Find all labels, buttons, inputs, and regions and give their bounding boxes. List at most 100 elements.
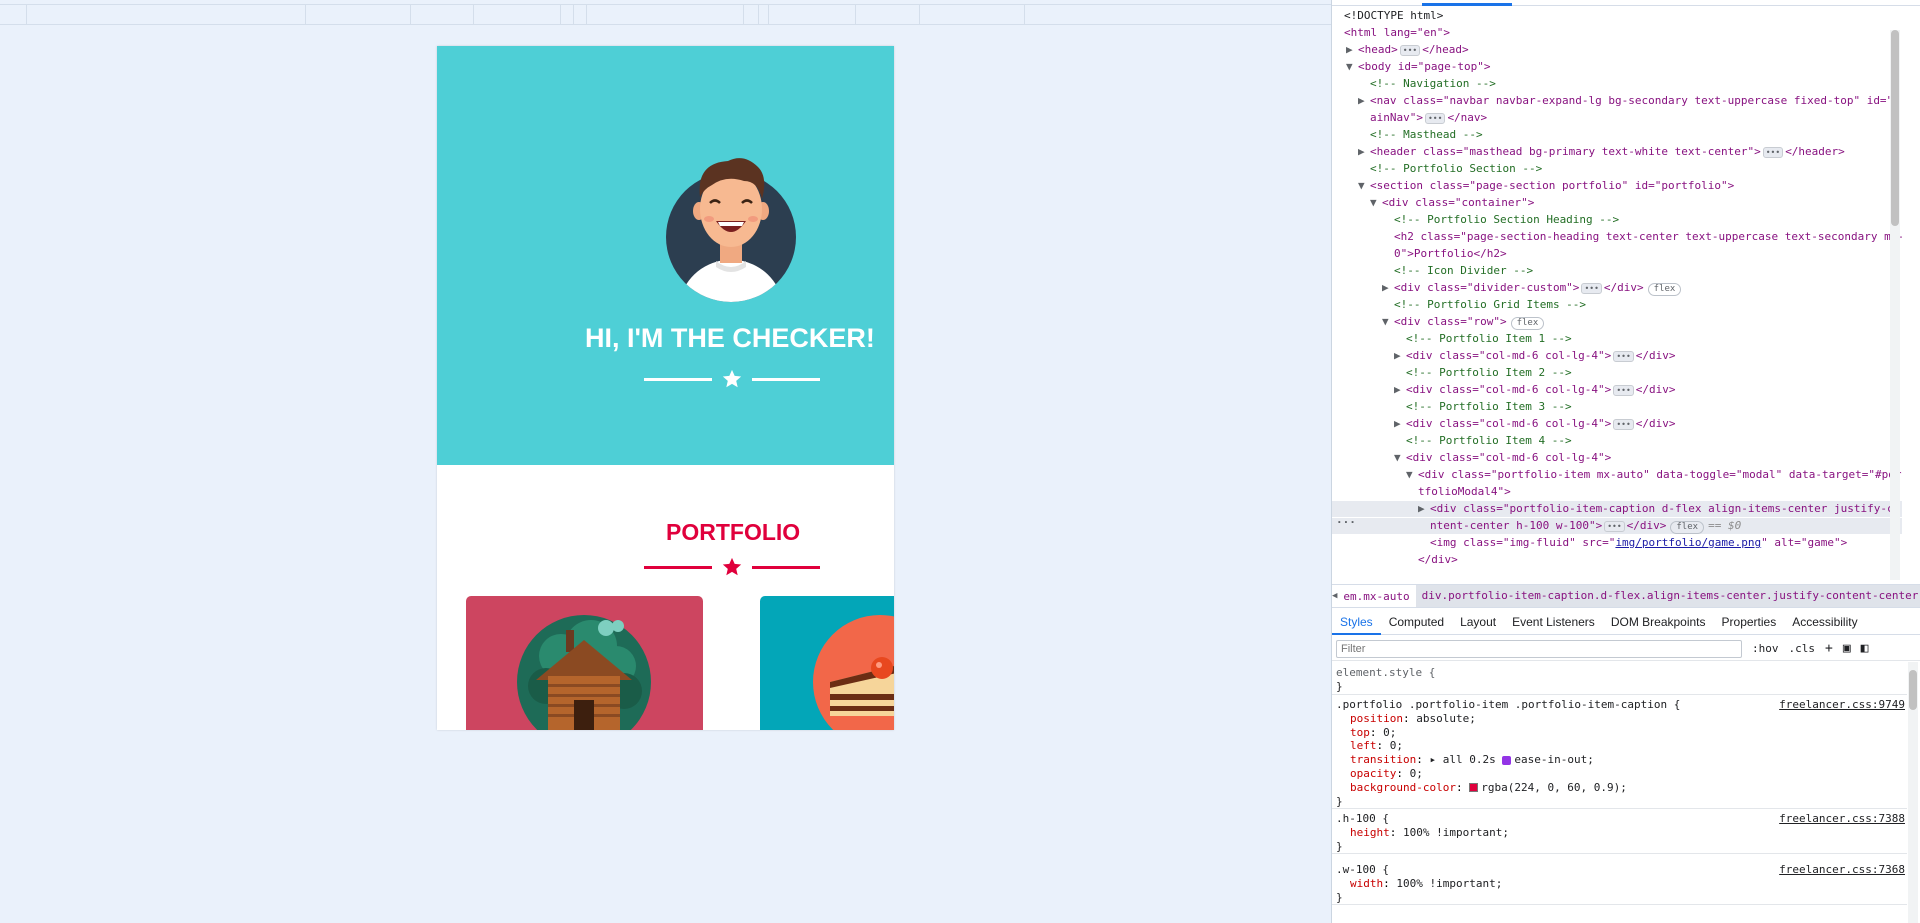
breadcrumb-item-active[interactable]: div.portfolio-item-caption.d-flex.align-… [1415,585,1920,607]
flex-badge[interactable]: flex [1670,521,1705,534]
ellipsis-icon[interactable]: ••• [1604,521,1625,532]
plus-icon[interactable]: + [1825,641,1833,656]
dom-node[interactable]: <img class="img-fluid" src="img/portfoli… [1332,535,1847,551]
dom-comment[interactable]: <!-- Masthead --> [1332,127,1483,143]
source-link[interactable]: freelancer.css:9749 [1779,698,1905,712]
cls-button[interactable]: .cls [1789,642,1816,655]
css-property[interactable]: left: 0; [1332,739,1907,753]
collapse-arrow-icon[interactable]: ▼ [1358,178,1370,194]
collapse-arrow-icon[interactable]: ▼ [1394,450,1406,466]
ellipsis-icon[interactable]: ••• [1613,385,1634,396]
dom-node[interactable]: ▼ <section class="page-section portfolio"… [1332,178,1734,194]
ellipsis-icon[interactable]: ••• [1424,113,1446,124]
expand-arrow-icon[interactable]: ▶ [1346,42,1358,58]
dom-node[interactable]: ▼ <div class="col-md-6 col-lg-4"> [1332,450,1611,466]
element-style-rule[interactable]: element.style { } [1332,666,1907,695]
collapse-arrow-icon[interactable]: ▼ [1370,195,1382,211]
expand-arrow-icon[interactable]: ▶ [1418,501,1430,517]
dom-node[interactable]: ▶ <div class="divider-custom"> ••• </div> fl… [1332,280,1682,296]
collapse-arrow-icon[interactable]: ▼ [1406,467,1418,483]
color-swatch-icon[interactable] [1469,783,1479,793]
tab-styles[interactable]: Styles [1332,609,1381,635]
css-property[interactable]: background-color: rgba(224, 0, 60, 0.9); [1332,781,1907,795]
dom-node[interactable]: ▼ <div class="container"> [1332,195,1534,211]
ellipsis-icon[interactable]: ••• [1399,45,1421,56]
css-property[interactable]: opacity: 0; [1332,767,1907,781]
breadcrumb-item[interactable]: em.mx-auto [1337,590,1415,603]
portfolio-item-cabin[interactable] [466,596,703,730]
dom-node[interactable]: ▶ <header class="masthead bg-primary text… [1332,144,1845,160]
dom-node[interactable]: tfolioModal4"> [1332,484,1511,500]
collapse-arrow-icon[interactable]: ▼ [1346,59,1358,75]
dom-node[interactable]: <h2 class="page-section-heading text-cen… [1332,229,1902,245]
ellipsis-icon[interactable]: ••• [1613,351,1634,362]
expand-arrow-icon[interactable]: ▶ [1394,348,1406,364]
styles-pane[interactable]: element.style { } .portfolio .portfolio-… [1332,662,1907,923]
dom-node[interactable]: </div> [1332,552,1458,568]
portfolio-item-cake[interactable] [760,596,894,730]
css-property[interactable]: height: 100% !important; [1332,826,1907,840]
dom-comment[interactable]: <!-- Icon Divider --> [1332,263,1533,279]
dom-comment[interactable]: <!-- Portfolio Item 3 --> [1332,399,1572,415]
dom-node[interactable]: ainNav"> ••• </nav> [1332,110,1487,126]
dom-comment[interactable]: <!-- Portfolio Item 2 --> [1332,365,1572,381]
css-property[interactable]: width: 100% !important; [1332,877,1907,891]
dom-node[interactable]: ▶ <nav class="navbar navbar-expand-lg bg-… [1332,93,1900,109]
hov-button[interactable]: :hov [1752,642,1779,655]
css-property[interactable]: top: 0; [1332,726,1907,740]
expand-arrow-icon[interactable]: ▶ [1382,280,1394,296]
collapse-arrow-icon[interactable]: ▼ [1382,314,1394,330]
dom-node[interactable]: ▼ <div class="row"> flex [1332,314,1545,330]
dom-node[interactable]: ▼ <div class="portfolio-item mx-auto" dat… [1332,467,1901,483]
dom-node[interactable]: ▶ <div class="col-md-6 col-lg-4"> ••• </div… [1332,416,1676,432]
dom-node[interactable]: <!DOCTYPE html> [1332,8,1443,24]
tab-accessibility[interactable]: Accessibility [1784,609,1865,635]
easing-editor-icon[interactable] [1502,755,1512,765]
filter-input[interactable] [1336,639,1742,658]
expand-arrow-icon[interactable]: ▸ [1429,753,1436,766]
tab-event-listeners[interactable]: Event Listeners [1504,609,1603,635]
ellipsis-icon[interactable]: ••• [1613,419,1634,430]
devtools-panel[interactable]: <!DOCTYPE html> <html lang="en"> ▶ <head>… [1331,0,1920,923]
css-property[interactable]: position: absolute; [1332,712,1907,726]
ellipsis-icon[interactable]: ••• [1581,283,1602,294]
expand-arrow-icon[interactable]: ▶ [1394,382,1406,398]
dom-node-selected[interactable]: ntent-center h-100 w-100"> ••• </div> flex =… [1332,518,1902,534]
source-link[interactable]: freelancer.css:7388 [1779,812,1905,826]
css-rule-h-100[interactable]: .h-100 {freelancer.css:7388 height: 100%… [1332,812,1907,855]
sidebar-toggle-icon[interactable]: ◧ [1861,641,1869,656]
source-link[interactable]: freelancer.css:7368 [1779,863,1905,877]
dom-node[interactable]: ▶ <div class="col-md-6 col-lg-4"> ••• </div… [1332,348,1676,364]
dom-node[interactable]: ▶ <head> ••• </head> [1332,42,1469,58]
dom-comment[interactable]: <!-- Portfolio Item 1 --> [1332,331,1572,347]
flex-badge[interactable]: flex [1647,283,1682,296]
dom-comment[interactable]: <!-- Portfolio Grid Items --> [1332,297,1586,313]
css-property[interactable]: transition: ▸ all 0.2s ease-in-out; [1332,753,1907,767]
expand-arrow-icon[interactable]: ▶ [1358,93,1370,109]
paint-icon[interactable]: ▣ [1843,641,1851,656]
device-viewport[interactable]: HI, I'M THE CHECKER! PORTFOLIO [437,46,894,730]
tab-properties[interactable]: Properties [1714,609,1785,635]
flex-badge[interactable]: flex [1510,317,1545,330]
dom-node[interactable]: <html lang="en"> [1332,25,1450,41]
dom-node[interactable]: ▶ <div class="col-md-6 col-lg-4"> ••• </div… [1332,382,1676,398]
css-rule-portfolio-caption[interactable]: .portfolio .portfolio-item .portfolio-it… [1332,698,1907,810]
dom-comment[interactable]: <!-- Portfolio Section --> [1332,161,1542,177]
dom-node-selected[interactable]: ▶ <div class="portfolio-item-caption d-fl… [1332,501,1902,517]
dom-node[interactable]: 0">Portfolio</h2> [1332,246,1507,262]
tab-computed[interactable]: Computed [1381,609,1452,635]
more-options-icon[interactable]: ··· [1336,516,1356,529]
img-src-link[interactable]: img/portfolio/game.png [1615,536,1761,549]
dom-node[interactable]: ▼ <body id="page-top"> [1332,59,1490,75]
expand-arrow-icon[interactable]: ▶ [1394,416,1406,432]
scroll-thumb[interactable] [1891,30,1899,226]
dom-tree[interactable]: <!DOCTYPE html> <html lang="en"> ▶ <head>… [1332,8,1902,582]
scroll-thumb[interactable] [1909,670,1917,710]
styles-scrollbar[interactable] [1908,662,1918,923]
expand-arrow-icon[interactable]: ▶ [1358,144,1370,160]
css-rule-w-100[interactable]: .w-100 {freelancer.css:7368 width: 100% … [1332,863,1907,906]
tab-dom-breakpoints[interactable]: DOM Breakpoints [1603,609,1714,635]
dom-comment[interactable]: <!-- Portfolio Section Heading --> [1332,212,1619,228]
ellipsis-icon[interactable]: ••• [1762,147,1784,158]
dom-comment[interactable]: <!-- Portfolio Item 4 --> [1332,433,1572,449]
